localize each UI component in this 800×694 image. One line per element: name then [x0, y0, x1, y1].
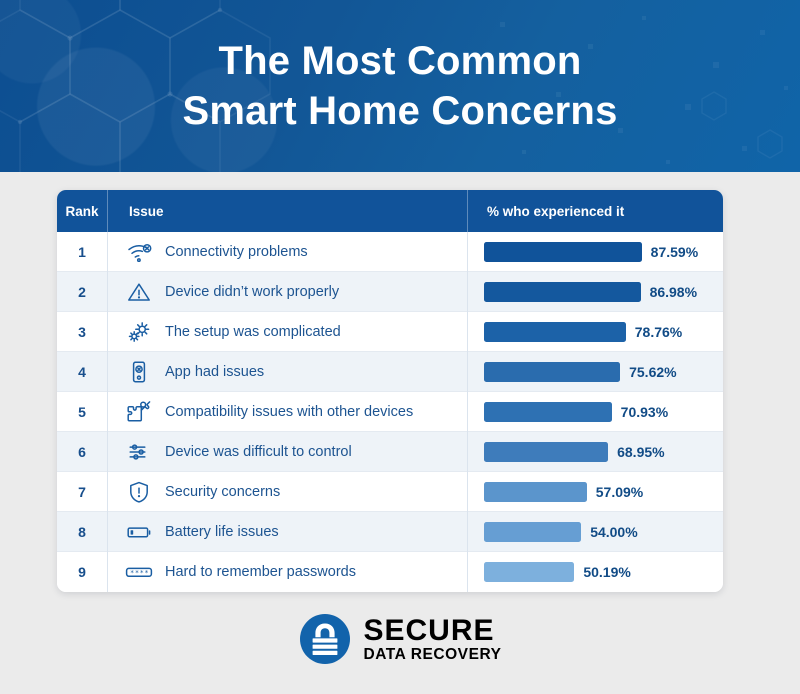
password-icon: * * * *	[122, 557, 156, 587]
rank-cell: 9	[78, 564, 86, 580]
issue-label: App had issues	[165, 363, 265, 380]
svg-text:*: *	[135, 569, 139, 577]
issue-label: Device didn’t work properly	[165, 283, 340, 300]
percent-label: 86.98%	[649, 283, 698, 300]
brand-name-secondary: DATA RECOVERY	[363, 645, 502, 663]
issue-cell: App had issues	[107, 351, 467, 392]
issue-label: Compatibility issues with other devices	[165, 403, 414, 420]
percent-label: 57.09%	[595, 483, 644, 500]
rank-cell: 6	[78, 443, 86, 460]
rank-cell: 7	[78, 483, 86, 500]
percent-cell: 50.19%	[467, 552, 723, 592]
issue-cell: * * * * Hard to remember passwords	[107, 552, 467, 592]
percent-label: 87.59%	[650, 243, 699, 260]
percent-label: 54.00%	[590, 523, 638, 540]
percent-cell: 75.62%	[467, 351, 723, 392]
percent-bar	[484, 481, 587, 502]
table-row: 6 Device was difficult to control 68.95%	[57, 431, 723, 472]
rank-cell: 8	[78, 523, 86, 540]
percent-bar	[484, 562, 575, 582]
rank-cell: 2	[78, 283, 86, 300]
issue-label: Device was difficult to control	[165, 443, 352, 460]
warning-icon	[122, 277, 156, 307]
percent-bar	[484, 321, 626, 342]
column-header-issue: Issue	[107, 190, 467, 232]
puzzle-icon	[122, 397, 156, 427]
padlock-logo-icon	[300, 614, 351, 664]
issue-cell: Security concerns	[107, 471, 467, 512]
percent-bar	[484, 361, 621, 382]
percent-label: 68.95%	[617, 443, 665, 460]
percent-cell: 87.59%	[467, 231, 723, 272]
issue-label: The setup was complicated	[165, 323, 341, 340]
wifi-off-icon	[122, 237, 156, 267]
sliders-icon	[122, 437, 156, 467]
phone-app-icon	[122, 357, 156, 387]
table-row: 9 * * * * Hard to remember passwords 50.1…	[57, 552, 723, 592]
percent-bar	[484, 521, 582, 542]
page-title-line-1: The Most Common	[218, 39, 582, 83]
rank-cell: 4	[78, 363, 86, 380]
table-row: 5 Compatibility issues with other device…	[57, 391, 723, 432]
column-header-percent: % who experienced it	[467, 190, 723, 232]
percent-bar	[484, 401, 612, 422]
brand-logo-text: SECURE DATA RECOVERY	[363, 613, 502, 663]
issue-cell: The setup was complicated	[107, 311, 467, 352]
percent-cell: 78.76%	[467, 311, 723, 352]
issue-label: Hard to remember passwords	[165, 564, 356, 580]
table-row: 8 Battery life issues 54.00%	[57, 511, 723, 552]
percent-cell: 86.98%	[467, 271, 723, 312]
percent-cell: 68.95%	[467, 431, 723, 472]
percent-label: 78.76%	[634, 323, 683, 340]
percent-label: 50.19%	[583, 564, 631, 580]
table-row: 2 Device didn’t work properly 86.98%	[57, 271, 723, 312]
issue-label: Security concerns	[165, 483, 281, 500]
percent-label: 75.62%	[629, 363, 677, 380]
rank-cell: 5	[78, 403, 86, 420]
issue-label: Battery life issues	[165, 523, 279, 540]
issue-cell: Device was difficult to control	[107, 431, 467, 472]
table-row: 7 Security concerns 57.09%	[57, 471, 723, 512]
rank-cell: 3	[78, 323, 86, 340]
gears-icon	[122, 317, 156, 347]
table-row: 1 Connectivity problems 87.59%	[57, 231, 723, 272]
header-banner: The Most Common Smart Home Concerns	[0, 0, 800, 172]
table-header-row: Rank Issue % who experienced it	[57, 190, 723, 232]
percent-cell: 54.00%	[467, 511, 723, 552]
brand-logo: SECURE DATA RECOVERY	[0, 612, 800, 666]
shield-alert-icon	[122, 477, 156, 507]
concerns-table: Rank Issue % who experienced it 1 Connec…	[57, 190, 723, 592]
page-title: The Most Common Smart Home Concerns	[0, 36, 800, 136]
svg-text:*: *	[145, 569, 149, 577]
issue-label: Connectivity problems	[165, 243, 308, 260]
percent-cell: 70.93%	[467, 391, 723, 432]
table-row: 4 App had issues 75.62%	[57, 351, 723, 392]
percent-bar	[484, 441, 609, 462]
issue-cell: Compatibility issues with other devices	[107, 391, 467, 432]
issue-cell: Connectivity problems	[107, 231, 467, 272]
issue-cell: Battery life issues	[107, 511, 467, 552]
svg-text:*: *	[130, 569, 134, 577]
issue-cell: Device didn’t work properly	[107, 271, 467, 312]
percent-label: 70.93%	[620, 403, 669, 420]
table-body: 1 Connectivity problems 87.59% 2 Device di…	[57, 231, 723, 592]
brand-name-primary: SECURE	[363, 613, 495, 647]
percent-bar	[484, 281, 641, 302]
rank-cell: 1	[78, 243, 86, 260]
column-header-rank: Rank	[65, 203, 99, 219]
battery-low-icon	[122, 517, 156, 547]
percent-bar	[484, 241, 642, 262]
page-title-line-2: Smart Home Concerns	[182, 89, 618, 133]
percent-cell: 57.09%	[467, 471, 723, 512]
svg-text:*: *	[140, 569, 144, 577]
table-row: 3 The setup was complicated 78.76%	[57, 311, 723, 352]
